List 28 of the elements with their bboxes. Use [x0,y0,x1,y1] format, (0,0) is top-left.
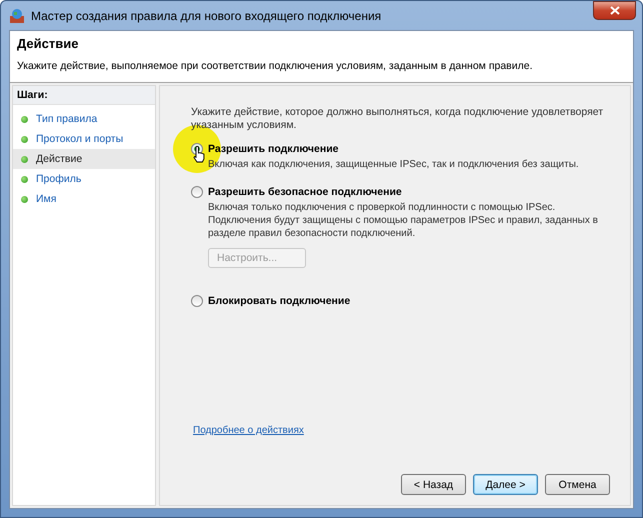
steps-heading: Шаги: [13,86,155,105]
hand-cursor-icon [193,146,205,163]
wizard-button[interactable]: Отмена [545,474,610,495]
step-item[interactable]: Тип правила [13,109,155,129]
step-item[interactable]: Профиль [13,169,155,189]
wizard-button[interactable]: < Назад [401,474,466,495]
help-link[interactable]: Подробнее о действиях [193,425,610,436]
status-dot [21,116,28,122]
close-icon [610,6,620,15]
radio-button[interactable] [191,295,203,307]
option-label[interactable]: Блокировать подключение [208,295,350,307]
option-description: Включая только подключения с проверкой подлинности с помощью IPSec. Подключения будут защищены с помощью параметров IPSec и правил, заданных в разделе правил безопасности подключений. [208,201,599,240]
page-subtitle: Укажите действие, выполняемое при соответствии подключения условиям, заданным в данном правиле. [17,60,534,72]
step-item[interactable]: Имя [13,189,155,209]
prompt-text: Укажите действие, которое должно выполняться, когда подключение удовлетворяет указанным условиям. [191,106,604,132]
status-dot [21,136,28,142]
status-dot [21,156,28,162]
close-button[interactable] [593,1,636,20]
radio-button[interactable] [191,186,203,198]
window-title: Мастер создания правила для нового входящего подключения [31,8,382,22]
status-dot [21,176,28,182]
globe-wall-icon [9,8,25,24]
page-title: Действие [17,36,80,51]
status-dot [21,196,28,202]
wizard-button[interactable]: Далее > [473,474,538,495]
step-item[interactable]: Протокол и порты [13,129,155,149]
option-label[interactable]: Разрешить безопасное подключение [208,186,402,198]
step-item[interactable]: Действие [13,149,155,169]
